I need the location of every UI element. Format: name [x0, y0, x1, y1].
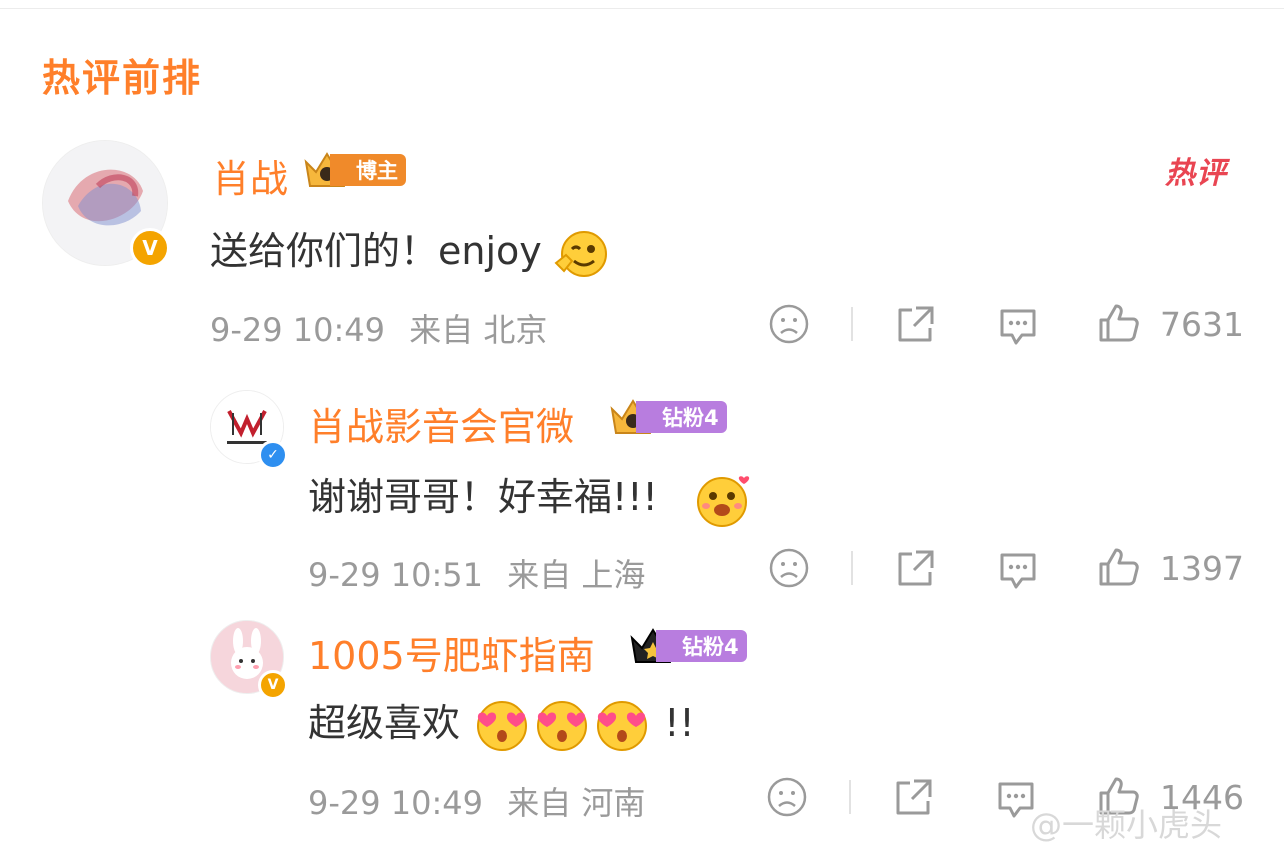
comment-source: 来自 北京	[409, 311, 548, 349]
comment-meta: 9-29 10:49 来自 北京	[210, 305, 547, 351]
divider	[851, 307, 853, 341]
user-medal[interactable]: 钻粉4	[628, 628, 747, 663]
medal-label: 博主	[330, 154, 406, 186]
divider	[851, 551, 853, 585]
user-medal[interactable]: 博主	[302, 152, 406, 187]
blush-emoji-icon	[696, 475, 749, 527]
reply-icon[interactable]	[996, 549, 1040, 591]
like-count: 1397	[1160, 549, 1244, 588]
comment-text: 送给你们的！enjoy	[210, 220, 610, 279]
medal-label: 钻粉4	[656, 630, 747, 662]
comment-text-content: 超级喜欢	[308, 701, 461, 745]
top-divider	[0, 8, 1284, 9]
hot-comment-tag: 热评	[1165, 156, 1227, 191]
comment-source: 来自 上海	[507, 556, 646, 594]
comment-time: 9-29 10:49	[308, 784, 484, 822]
verified-badge: V	[130, 228, 170, 268]
comment-time: 9-29 10:51	[308, 556, 484, 594]
comment-author[interactable]: 肖战	[212, 148, 288, 203]
comment-text-content: 谢谢哥哥！好幸福!!!	[308, 475, 658, 519]
comment-author[interactable]: 肖战影音会官微	[308, 396, 574, 451]
verified-badge: V	[258, 670, 288, 700]
comment-text: 谢谢哥哥！好幸福!!!	[308, 466, 754, 528]
comment-time: 9-29 10:49	[210, 311, 386, 349]
share-icon[interactable]	[894, 548, 936, 588]
comment-text: 超级喜欢 !!	[308, 692, 695, 756]
like-icon[interactable]	[1098, 302, 1140, 344]
dislike-icon[interactable]	[768, 303, 810, 345]
section-title: 热评前排	[42, 56, 203, 100]
share-icon[interactable]	[892, 777, 934, 817]
user-medal[interactable]: 钻粉4	[608, 399, 727, 434]
reply-icon[interactable]	[996, 305, 1040, 347]
dislike-icon[interactable]	[766, 776, 808, 818]
comment-source: 来自 河南	[507, 784, 646, 822]
weibo-watermark: @一颗小虎头	[1030, 806, 1223, 844]
comment-author[interactable]: 1005号肥虾指南	[308, 625, 595, 680]
comment-text-content: 送给你们的！enjoy	[210, 229, 542, 273]
comment-meta: 9-29 10:49 来自 河南	[308, 778, 645, 824]
heart-eyes-emoji-icon	[477, 700, 648, 751]
like-icon[interactable]	[1098, 546, 1140, 588]
wink-emoji-icon	[554, 230, 607, 277]
comment-meta: 9-29 10:51 来自 上海	[308, 550, 645, 596]
comment-text-suffix: !!	[664, 701, 695, 745]
like-count: 7631	[1160, 305, 1244, 344]
divider	[849, 780, 851, 814]
dislike-icon[interactable]	[768, 547, 810, 589]
medal-label: 钻粉4	[636, 401, 727, 433]
share-icon[interactable]	[894, 304, 936, 344]
verified-badge: ✓	[258, 440, 288, 470]
